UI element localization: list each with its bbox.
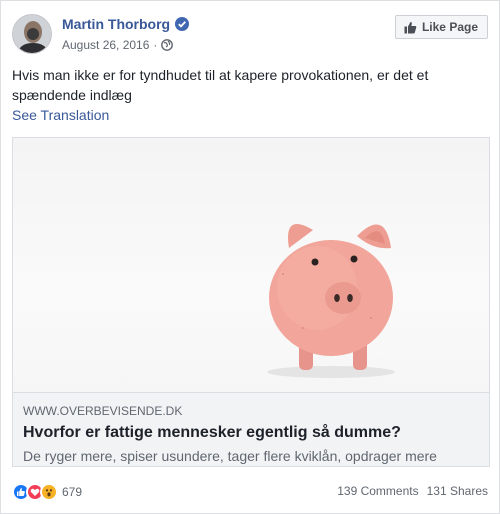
post-header: Martin Thorborg August 26, 2016 · Like P… — [12, 14, 490, 58]
reactions-summary[interactable]: 679 — [12, 483, 82, 501]
like-page-label: Like Page — [421, 20, 478, 34]
link-domain: WWW.OVERBEVISENDE.DK — [23, 404, 183, 418]
post-footer: 679 139 Comments 131 Shares — [12, 481, 490, 503]
reaction-count[interactable]: 679 — [62, 485, 82, 499]
verified-badge-icon — [175, 17, 190, 31]
globe-icon[interactable] — [161, 39, 174, 51]
wow-reaction-icon — [40, 483, 58, 501]
post-meta: August 26, 2016 · — [62, 38, 174, 52]
post-text: Hvis man ikke er for tyndhudet til at ka… — [12, 67, 429, 103]
engagement-stats: 139 Comments 131 Shares — [337, 484, 488, 498]
meta-separator: · — [153, 38, 158, 52]
like-page-button[interactable]: Like Page — [394, 15, 488, 39]
link-preview-image[interactable] — [13, 138, 489, 392]
post-date[interactable]: August 26, 2016 — [62, 38, 149, 52]
link-preview-body[interactable]: WWW.OVERBEVISENDE.DK Hvorfor er fattige … — [13, 392, 489, 466]
link-preview[interactable]: WWW.OVERBEVISENDE.DK Hvorfor er fattige … — [12, 137, 490, 467]
shares-count[interactable]: 131 Shares — [427, 484, 488, 498]
author-avatar[interactable] — [12, 14, 52, 54]
author-name[interactable]: Martin Thorborg — [62, 16, 170, 32]
see-translation-link[interactable]: See Translation — [12, 107, 109, 123]
author-name-row: Martin Thorborg — [62, 16, 190, 32]
link-description: De ryger mere, spiser usundere, tager fl… — [23, 448, 437, 464]
comments-count[interactable]: 139 Comments — [337, 484, 418, 498]
link-title[interactable]: Hvorfor er fattige mennesker egentlig så… — [23, 423, 479, 443]
thumbs-up-icon — [404, 21, 417, 34]
facebook-post-card: Martin Thorborg August 26, 2016 · Like P… — [0, 0, 500, 514]
